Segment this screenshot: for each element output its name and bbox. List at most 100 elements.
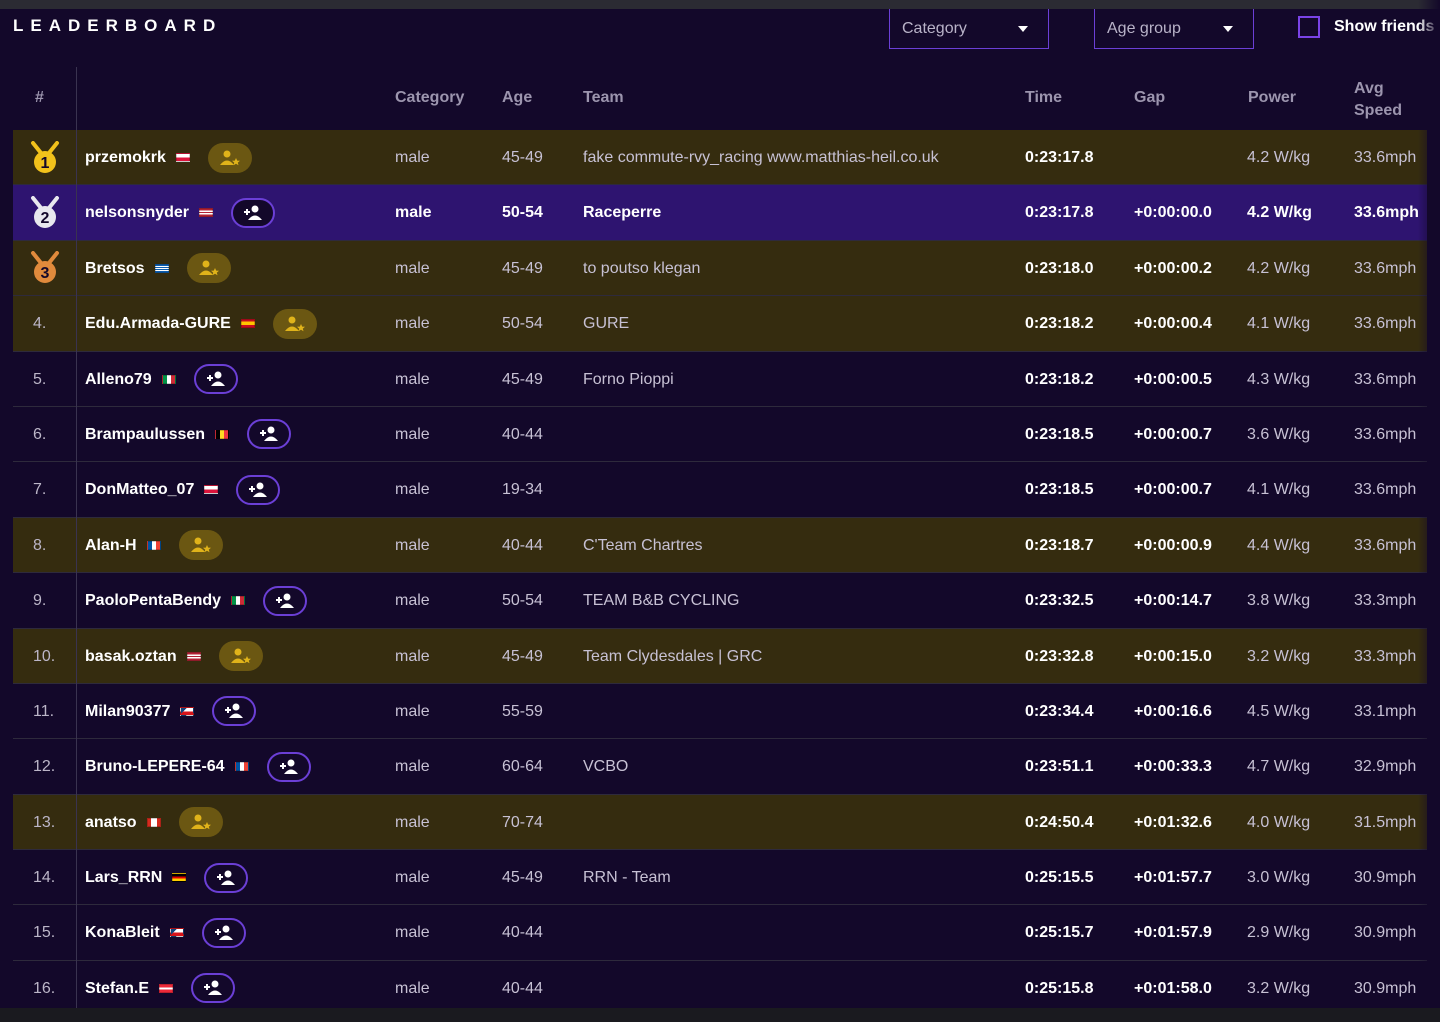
usa-flag-icon: [199, 208, 214, 218]
category-cell: male: [395, 259, 430, 277]
table-row[interactable]: 6. Brampaulussen male 40-44 0:23:18.5 +0:00:0…: [13, 406, 1427, 463]
speed-cell: 33.6mph: [1354, 536, 1417, 554]
table-row[interactable]: 15. KonaBleit male 40-44 0:25:15.7 +0:01:57.9…: [13, 905, 1427, 961]
add-friend-button[interactable]: [201, 917, 246, 948]
team-cell: Raceperre: [583, 204, 662, 222]
rank-cell: 5.: [33, 370, 47, 388]
rider-name[interactable]: Alan-H: [85, 518, 137, 573]
add-friend-button[interactable]: [266, 751, 311, 782]
power-cell: 4.7 W/kg: [1247, 758, 1311, 776]
table-row[interactable]: 4. Edu.Armada-GURE male 50-54 GURE 0:23:18.2 +…: [13, 296, 1427, 352]
column-divider: [76, 67, 77, 1022]
friend-star-icon[interactable]: [207, 142, 252, 173]
table-row[interactable]: 9. PaoloPentaBendy male 50-54 TEAM B&B CYCLI…: [13, 573, 1427, 629]
table-row[interactable]: 14. Lars_RRN male 45-49 RRN - Team 0:25:15.5 +…: [13, 850, 1427, 906]
rider-name[interactable]: Bretsos: [85, 241, 145, 296]
rider-name[interactable]: basak.oztan: [85, 629, 177, 684]
friend-star-icon[interactable]: [186, 253, 231, 284]
rider-cell: PaoloPentaBendy: [85, 573, 308, 628]
france-flag-icon: [146, 540, 161, 550]
poland-flag-icon: [175, 153, 190, 162]
rank-cell: 14.: [33, 869, 56, 887]
table-row[interactable]: 11. Milan90377 male 55-59 0:23:34.4 +0:00:16.…: [13, 683, 1427, 740]
add-friend-button[interactable]: [204, 862, 249, 893]
gap-cell: +0:00:15.0: [1134, 647, 1212, 665]
power-cell: 4.1 W/kg: [1247, 481, 1311, 499]
add-friend-button[interactable]: [247, 419, 292, 450]
age-cell: 19-34: [502, 481, 543, 499]
add-friend-button[interactable]: [231, 197, 276, 228]
rider-name[interactable]: KonaBleit: [85, 905, 160, 960]
age-cell: 55-59: [502, 702, 543, 720]
rider-name[interactable]: przemokrk: [85, 130, 166, 185]
col-gap[interactable]: Gap: [1134, 89, 1165, 107]
rider-name[interactable]: Bruno-LEPERE-64: [85, 739, 225, 794]
rider-name[interactable]: anatso: [85, 795, 137, 850]
power-cell: 4.4 W/kg: [1247, 536, 1311, 554]
age-cell: 45-49: [502, 869, 543, 887]
table-row[interactable]: 10. basak.oztan male 45-49 Team Clydesdales …: [13, 628, 1427, 684]
add-friend-button[interactable]: [191, 973, 236, 1004]
table-row[interactable]: 7. DonMatteo_07 male 19-34 0:23:18.5 +0:00:00…: [13, 462, 1427, 518]
table-row[interactable]: 2 nelsonsnyder male 50-54 Raceperre 0:23:17.8…: [13, 185, 1427, 241]
table-header: # Category Age Team Time Gap Power Avg S…: [13, 67, 1427, 129]
rider-cell: nelsonsnyder: [85, 185, 276, 240]
rider-name[interactable]: Lars_RRN: [85, 850, 162, 905]
friend-star-icon[interactable]: [218, 641, 263, 672]
gap-cell: +0:01:57.7: [1134, 869, 1212, 887]
col-category[interactable]: Category: [395, 89, 464, 107]
col-team[interactable]: Team: [583, 89, 624, 107]
rider-name[interactable]: Alleno79: [85, 352, 152, 407]
rider-name[interactable]: PaoloPentaBendy: [85, 573, 221, 628]
table-row[interactable]: 13. anatso male 70-74 0:24:50.4 +0:01:32.6 4.0…: [13, 794, 1427, 851]
rider-name[interactable]: DonMatteo_07: [85, 462, 194, 517]
rider-cell: anatso: [85, 795, 223, 850]
germany-flag-icon: [172, 873, 187, 883]
table-row[interactable]: 5. Alleno79 male 45-49 Forno Pioppi 0:23:18.2…: [13, 351, 1427, 407]
power-cell: 4.0 W/kg: [1247, 813, 1311, 831]
friend-star-icon[interactable]: [272, 308, 317, 339]
gap-cell: +0:00:00.5: [1134, 370, 1212, 388]
friend-star-icon[interactable]: [178, 807, 223, 838]
time-cell: 0:23:18.5: [1025, 425, 1094, 443]
speed-cell: 30.9mph: [1354, 924, 1417, 942]
age-cell: 45-49: [502, 149, 543, 166]
rider-name[interactable]: Milan90377: [85, 684, 170, 739]
add-friend-button[interactable]: [193, 364, 238, 395]
category-cell: male: [395, 592, 430, 610]
poland-flag-icon: [204, 485, 219, 495]
speed-cell: 33.3mph: [1354, 647, 1417, 665]
table-row[interactable]: 8. Alan-H male 40-44 C'Team Chartres 0:23:18.…: [13, 517, 1427, 574]
rider-name[interactable]: Brampaulussen: [85, 407, 205, 462]
category-cell: male: [395, 149, 430, 166]
category-dropdown[interactable]: Category: [889, 9, 1049, 49]
table-row[interactable]: 1 przemokrk male 45-49 fake commute-rvy_raci…: [13, 130, 1427, 186]
col-avg-speed-line1: Avg: [1354, 80, 1384, 97]
add-friend-button[interactable]: [263, 585, 308, 616]
rider-name[interactable]: nelsonsnyder: [85, 185, 189, 240]
show-friends-checkbox[interactable]: [1298, 16, 1320, 38]
col-age[interactable]: Age: [502, 89, 532, 107]
show-friends-toggle[interactable]: Show friends: [1298, 16, 1434, 38]
belgium-flag-icon: [215, 429, 230, 439]
col-rank[interactable]: #: [35, 89, 44, 107]
power-cell: 4.2 W/kg: [1247, 149, 1311, 166]
time-cell: 0:23:32.5: [1025, 592, 1094, 610]
age-cell: 45-49: [502, 259, 543, 277]
friend-star-icon[interactable]: [178, 530, 223, 561]
speed-cell: 33.6mph: [1354, 481, 1417, 499]
rider-cell: Edu.Armada-GURE: [85, 296, 317, 351]
rank-cell: 4.: [33, 315, 47, 333]
col-time[interactable]: Time: [1025, 89, 1062, 107]
table-row[interactable]: 3 Bretsos male 45-49 to poutso klegan 0:23:18…: [13, 240, 1427, 297]
age-group-dropdown[interactable]: Age group: [1094, 9, 1254, 49]
power-cell: 4.2 W/kg: [1247, 204, 1312, 222]
category-cell: male: [395, 425, 430, 443]
add-friend-button[interactable]: [212, 696, 257, 727]
svg-text:3: 3: [40, 265, 49, 282]
add-friend-button[interactable]: [236, 474, 281, 505]
table-row[interactable]: 12. Bruno-LEPERE-64 male 60-64 VCBO 0:23:51.1…: [13, 739, 1427, 795]
col-avg-speed[interactable]: Avg Speed: [1354, 78, 1402, 122]
rider-name[interactable]: Edu.Armada-GURE: [85, 296, 231, 351]
col-power[interactable]: Power: [1248, 89, 1296, 107]
